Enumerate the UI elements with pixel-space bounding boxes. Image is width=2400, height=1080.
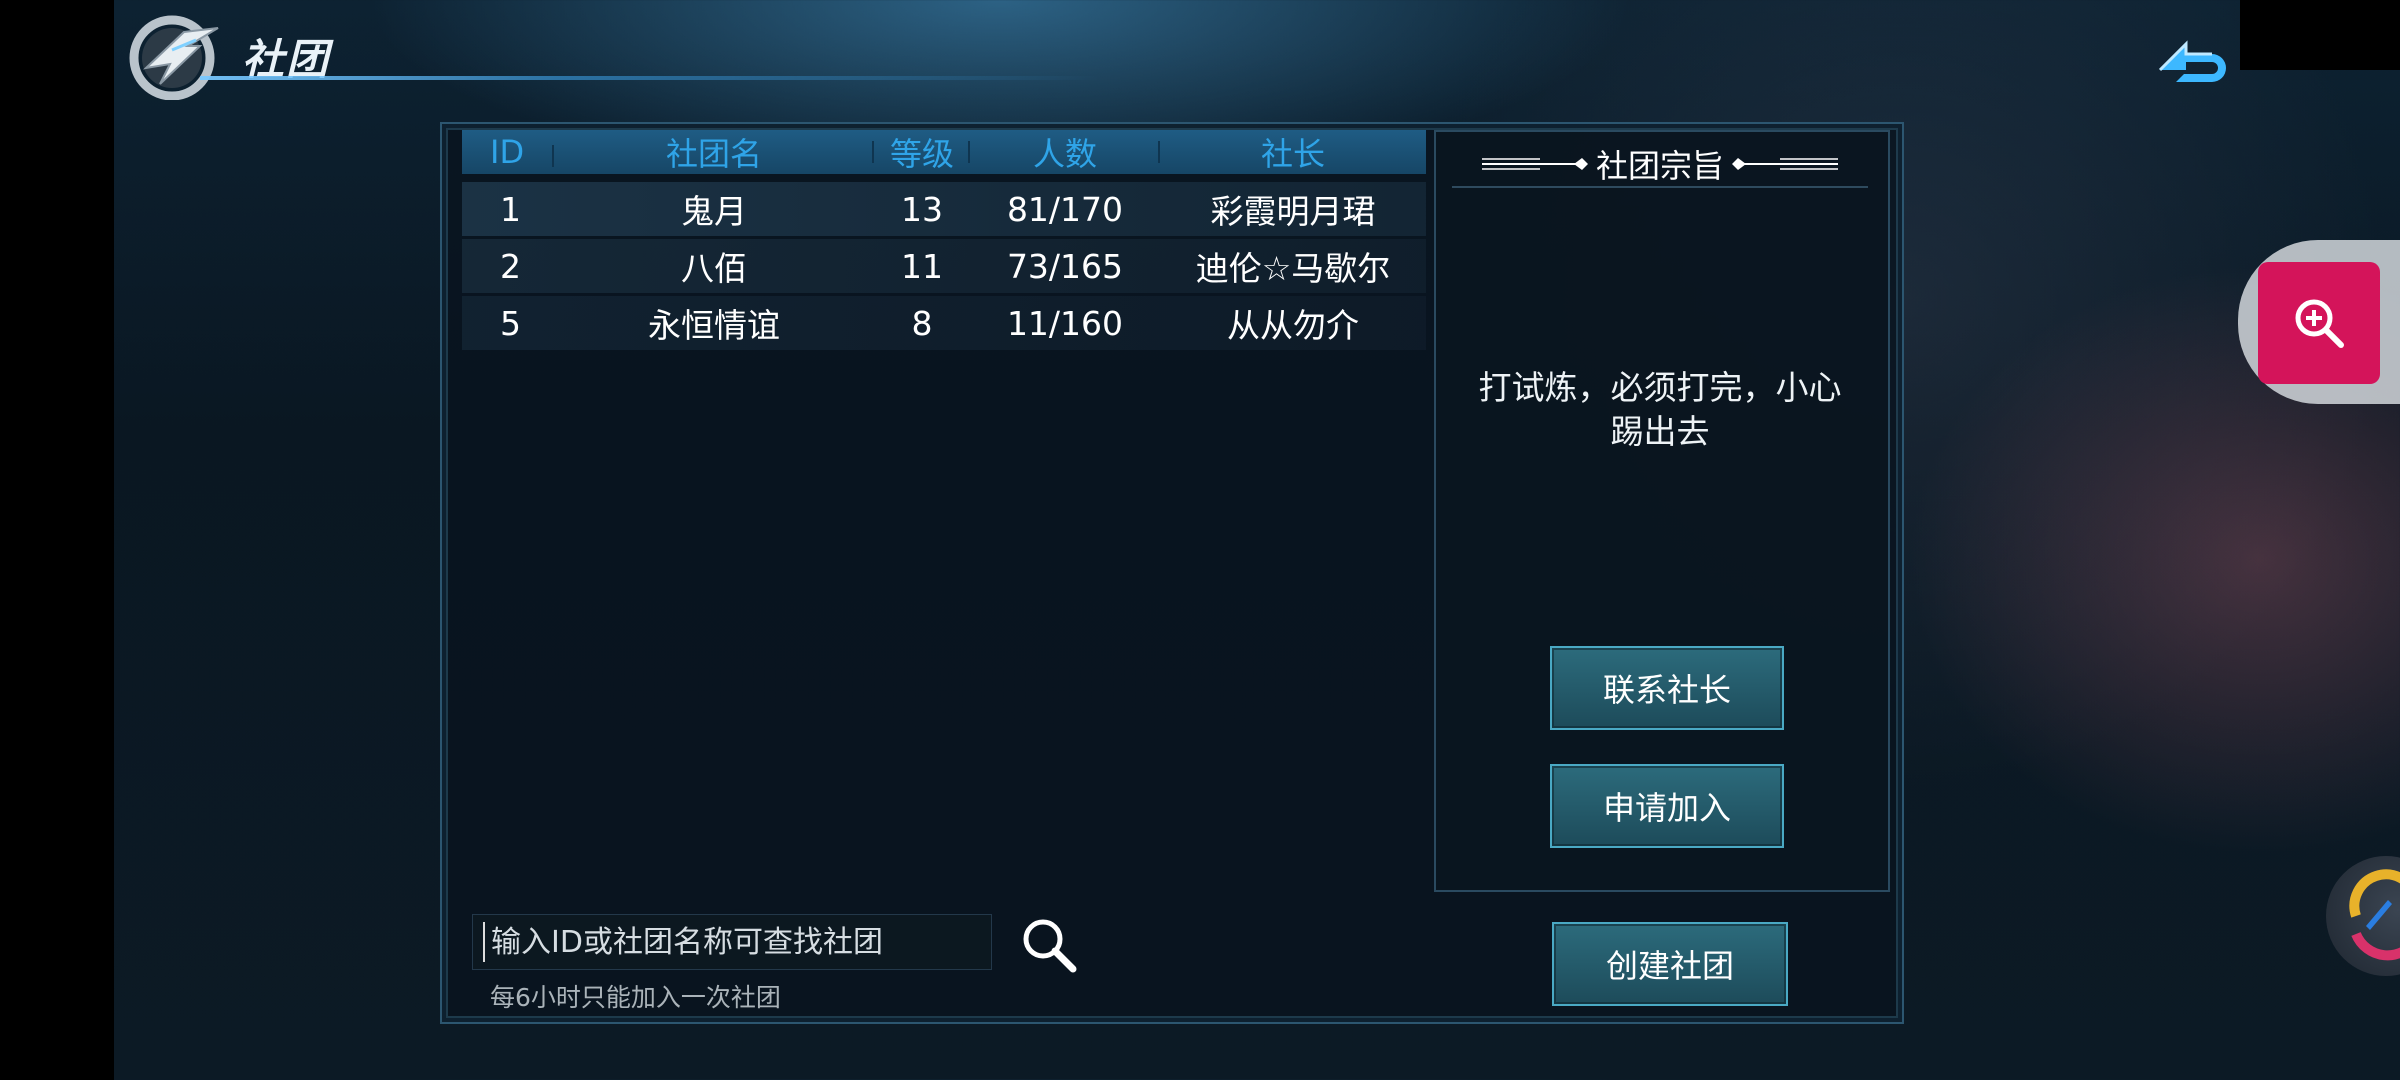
ornament-right-icon	[1732, 158, 1838, 170]
apply-join-button[interactable]: 申请加入	[1550, 764, 1784, 848]
search-icon[interactable]	[1018, 914, 1080, 976]
column-level: 等级	[874, 129, 970, 175]
club-members: 73/165	[1006, 246, 1124, 286]
purpose-line-1: 打试炼，必须打完，小心	[1478, 368, 1842, 407]
club-id: 5	[500, 303, 521, 343]
assistant-logo-icon	[2349, 869, 2400, 961]
club-level: 11	[901, 246, 943, 286]
purpose-line-2: 踢出去	[1610, 412, 1710, 451]
purpose-header: 社团宗旨	[1450, 144, 1870, 185]
purpose-text: 打试炼，必须打完，小心 踢出去	[1450, 366, 1870, 454]
club-members: 11/160	[1006, 303, 1124, 343]
search-input[interactable]	[485, 914, 991, 970]
title-underline	[200, 76, 1100, 80]
purpose-divider	[1452, 186, 1868, 188]
club-name: 鬼月	[681, 192, 747, 231]
purpose-title: 社团宗旨	[1595, 147, 1724, 185]
ornament-left-icon	[1481, 158, 1588, 170]
zoom-in-icon	[2295, 299, 2344, 348]
club-name: 八佰	[681, 249, 747, 288]
club-leader: 彩霞明月珺	[1210, 192, 1376, 231]
club-table: 1 鬼月 13 81/170 彩霞明月珺 2 八佰 11 73/165 迪伦☆马…	[462, 182, 1426, 353]
club-members: 81/170	[1006, 189, 1124, 229]
floating-assistant-ball[interactable]	[2326, 856, 2400, 976]
club-leader: 从从勿介	[1227, 306, 1359, 345]
search-box	[472, 914, 992, 970]
table-header: ID 社团名 等级 人数 社长	[462, 130, 1426, 174]
column-id: ID	[462, 133, 554, 171]
table-row[interactable]: 1 鬼月 13 81/170 彩霞明月珺	[462, 182, 1426, 236]
table-row[interactable]: 2 八佰 11 73/165 迪伦☆马歇尔	[462, 239, 1426, 293]
column-members: 人数	[970, 129, 1160, 175]
club-id: 1	[500, 189, 521, 229]
contact-leader-button[interactable]: 联系社长	[1550, 646, 1784, 730]
game-logo-icon	[129, 15, 219, 100]
club-level: 8	[911, 303, 933, 343]
create-club-button[interactable]: 创建社团	[1552, 922, 1788, 1006]
column-club-name: 社团名	[554, 129, 874, 175]
table-row[interactable]: 5 永恒情谊 8 11/160 从从勿介	[462, 296, 1426, 350]
club-name: 永恒情谊	[648, 306, 780, 345]
top-right-black-area	[2240, 0, 2400, 70]
join-cooldown-hint: 每6小时只能加入一次社团	[490, 983, 781, 1012]
club-id: 2	[500, 246, 521, 286]
club-level: 13	[901, 189, 943, 229]
back-arrow-icon[interactable]	[2156, 30, 2236, 84]
zoom-button[interactable]	[2258, 262, 2380, 384]
club-leader: 迪伦☆马歇尔	[1195, 249, 1391, 288]
column-leader: 社长	[1260, 135, 1325, 173]
left-black-bar	[0, 0, 114, 1080]
